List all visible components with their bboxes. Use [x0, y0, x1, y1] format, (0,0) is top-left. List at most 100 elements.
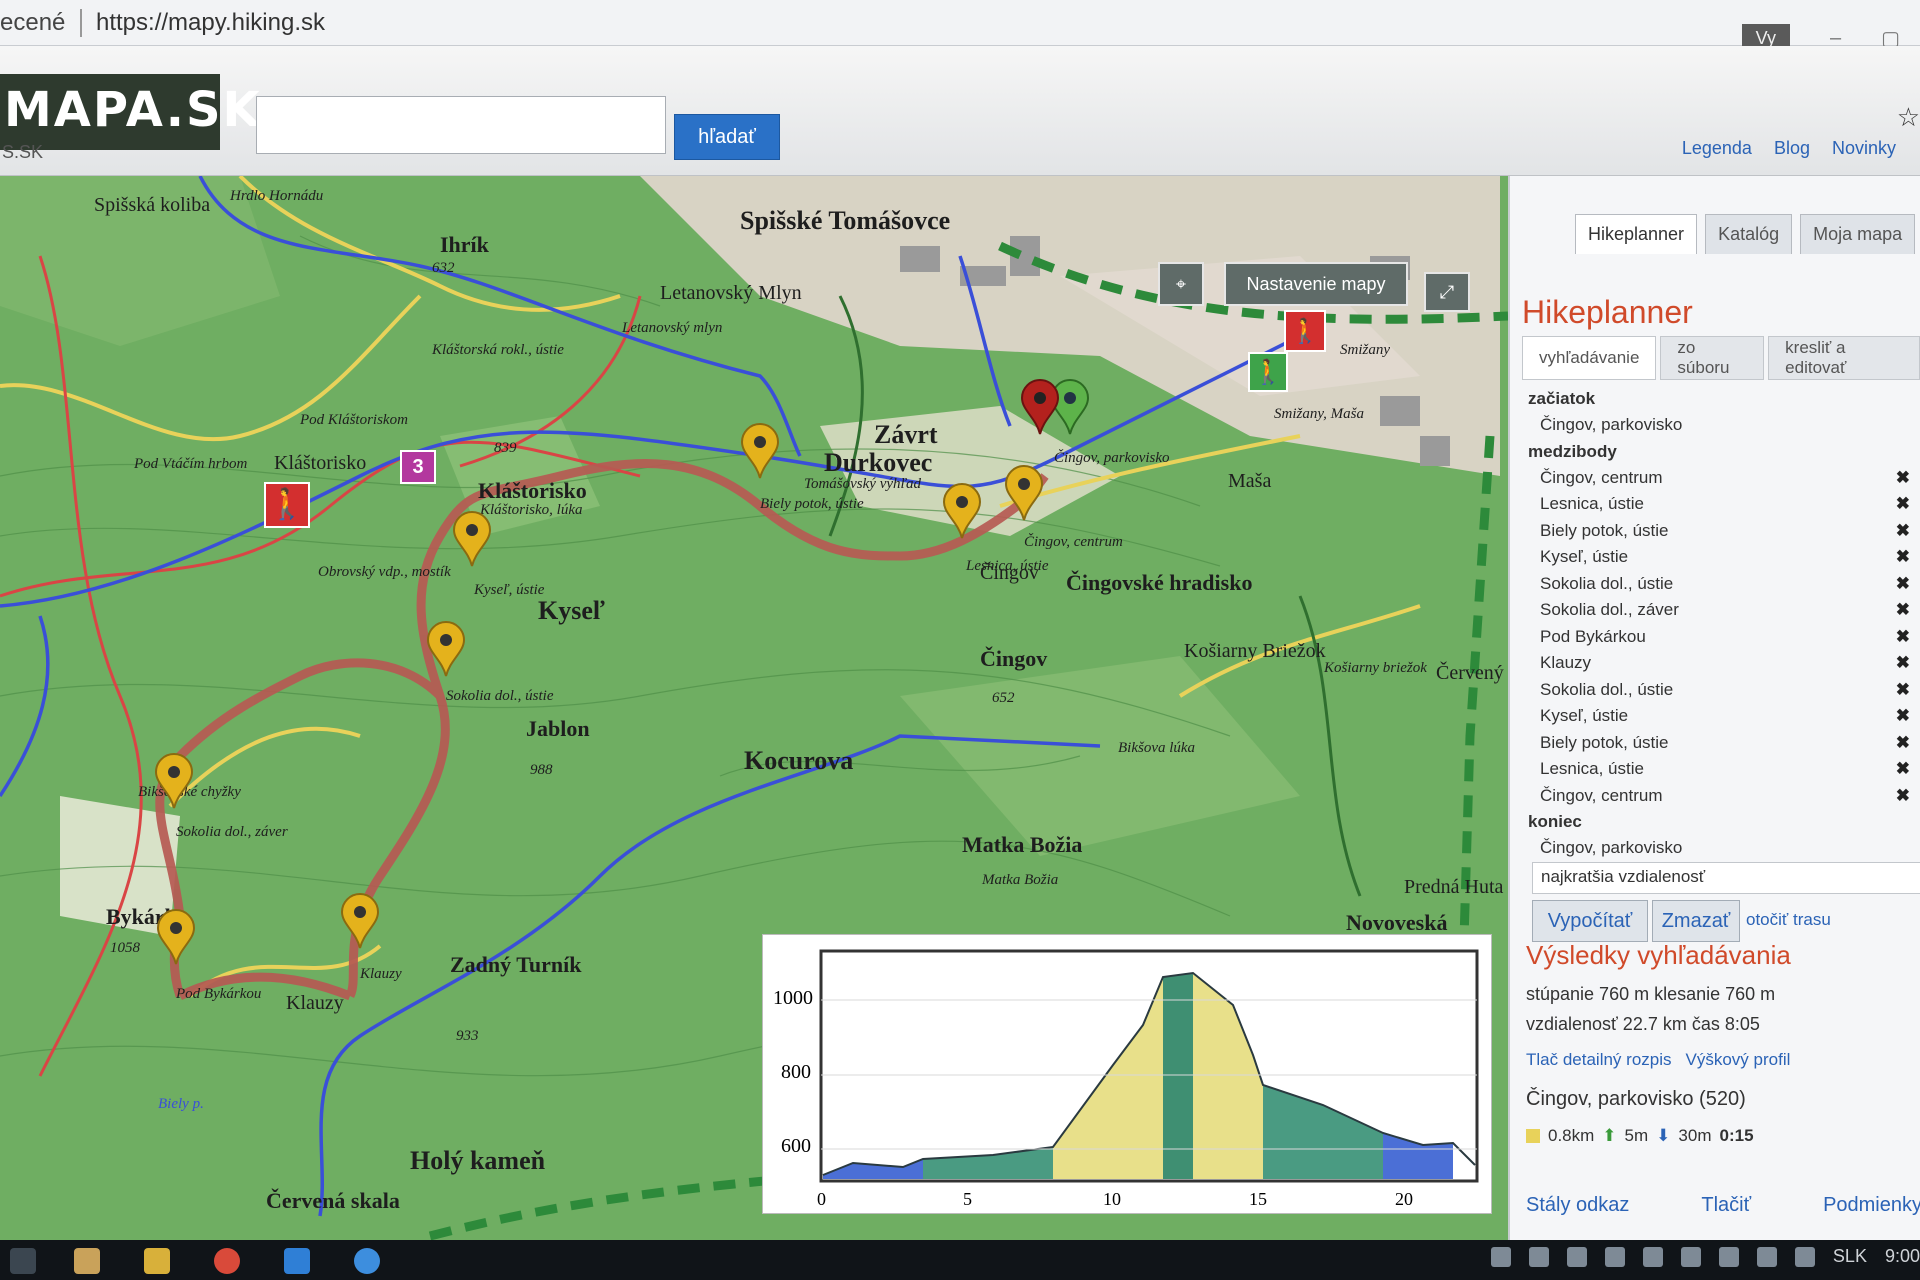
- print-detail-link[interactable]: Tlač detailný rozpis: [1526, 1050, 1672, 1070]
- battery-icon[interactable]: [1756, 1246, 1777, 1267]
- language-indicator[interactable]: SLK: [1833, 1246, 1867, 1267]
- subtab-from-file[interactable]: zo súboru: [1660, 336, 1765, 380]
- elevation-profile-link[interactable]: Výškový profil: [1686, 1050, 1791, 1070]
- list-item[interactable]: Čingov, parkovisko: [1528, 835, 1910, 862]
- list-item[interactable]: Sokolia dol., ústie ✖: [1528, 677, 1910, 704]
- list-item[interactable]: Kyseľ, ústie ✖: [1528, 544, 1910, 571]
- network-icon[interactable]: [1680, 1246, 1701, 1267]
- remove-icon[interactable]: ✖: [1896, 491, 1910, 518]
- numbered-badge[interactable]: 3: [400, 450, 436, 484]
- remove-icon[interactable]: ✖: [1896, 703, 1910, 730]
- list-item[interactable]: Klauzy ✖: [1528, 650, 1910, 677]
- list-item[interactable]: Čingov, centrum ✖: [1528, 783, 1910, 810]
- waypoint-pin-icon[interactable]: [338, 892, 382, 950]
- print-link[interactable]: Tlačiť: [1701, 1194, 1751, 1217]
- remove-icon[interactable]: ✖: [1896, 730, 1910, 757]
- news-link[interactable]: Novinky: [1832, 138, 1896, 159]
- hiker-sign-icon[interactable]: 🚶: [1284, 310, 1326, 352]
- list-item[interactable]: Biely potok, ústie ✖: [1528, 730, 1910, 757]
- blog-link[interactable]: Blog: [1774, 138, 1810, 159]
- fullscreen-icon[interactable]: ⤢: [1424, 272, 1470, 312]
- locate-icon[interactable]: ⌖: [1158, 262, 1204, 306]
- map-label: Letanovský Mlyn: [660, 282, 802, 304]
- permalink-link[interactable]: Stály odkaz: [1526, 1194, 1629, 1217]
- bluetooth-icon[interactable]: [1490, 1246, 1511, 1267]
- hiker-sign-icon[interactable]: 🚶: [1248, 352, 1288, 392]
- printer-icon[interactable]: [1642, 1246, 1663, 1267]
- waypoint-pin-icon[interactable]: [152, 752, 196, 810]
- remove-icon[interactable]: ✖: [1896, 756, 1910, 783]
- elevation-profile-chart[interactable]: 1000 800 600 0 5 10 15 20: [762, 934, 1492, 1214]
- list-item[interactable]: Lesnica, ústie ✖: [1528, 491, 1910, 518]
- map-label: 988: [530, 762, 553, 778]
- wifi-icon[interactable]: [1718, 1246, 1739, 1267]
- segment-time: 0:15: [1719, 1126, 1754, 1145]
- waypoint-pin-icon[interactable]: [940, 482, 984, 540]
- waypoint-name: Kyseľ, ústie: [1540, 706, 1629, 725]
- edge-icon[interactable]: [284, 1248, 310, 1274]
- waypoint-name: Kyseľ, ústie: [1540, 547, 1629, 566]
- reverse-route-link[interactable]: otočiť trasu: [1746, 910, 1831, 930]
- waypoint-pin-icon[interactable]: [424, 620, 468, 678]
- panel-tabs: Hikeplanner Katalóg Moja mapa: [1575, 214, 1916, 254]
- waypoint-pin-icon[interactable]: [450, 510, 494, 568]
- map-label: Matka Božia: [962, 832, 1083, 857]
- app-icon[interactable]: [354, 1248, 380, 1274]
- waypoint-name: Lesnica, ústie: [1540, 494, 1644, 513]
- url-field[interactable]: https://mapy.hiking.sk: [80, 8, 325, 37]
- map-label: 933: [456, 1028, 479, 1044]
- descent-arrow-icon: ⬇: [1656, 1126, 1671, 1145]
- waypoint-pin-icon[interactable]: [154, 908, 198, 966]
- remove-icon[interactable]: ✖: [1896, 518, 1910, 545]
- bookmark-star-icon[interactable]: ☆: [1897, 102, 1920, 133]
- remove-icon[interactable]: ✖: [1896, 544, 1910, 571]
- list-item[interactable]: Sokolia dol., záver ✖: [1528, 597, 1910, 624]
- y-tick-label: 800: [781, 1061, 811, 1083]
- printer-icon[interactable]: [1604, 1246, 1625, 1267]
- result-links: Tlač detailný rozpis Výškový profil: [1526, 1050, 1790, 1070]
- map-label: Smižany, Maša: [1274, 406, 1364, 422]
- subtab-draw-edit[interactable]: kresliť a editovať: [1768, 336, 1920, 380]
- remove-icon[interactable]: ✖: [1896, 465, 1910, 492]
- map-settings-button[interactable]: Nastavenie mapy: [1224, 262, 1408, 306]
- list-item[interactable]: Čingov, parkovisko: [1528, 412, 1910, 439]
- legend-link[interactable]: Legenda: [1682, 138, 1752, 159]
- compute-button[interactable]: Vypočítať: [1532, 900, 1648, 942]
- remove-icon[interactable]: ✖: [1896, 571, 1910, 598]
- tab-my-map[interactable]: Moja mapa: [1800, 214, 1916, 254]
- map-label: Čingov, parkovisko: [1054, 450, 1170, 466]
- route-mode-select[interactable]: najkratšia vzdialenosť: [1532, 862, 1920, 894]
- list-item[interactable]: Lesnica, ústie ✖: [1528, 756, 1910, 783]
- clear-button[interactable]: Zmazať: [1652, 900, 1740, 942]
- start-icon[interactable]: [10, 1248, 36, 1274]
- folder-icon[interactable]: [74, 1248, 100, 1274]
- tab-hikeplanner[interactable]: Hikeplanner: [1575, 214, 1698, 254]
- waypoint-pin-icon[interactable]: [738, 422, 782, 480]
- start-pin-icon[interactable]: [1018, 378, 1062, 436]
- subtab-search[interactable]: vyhľadávanie: [1522, 336, 1657, 380]
- search-input[interactable]: [256, 96, 666, 154]
- terms-link[interactable]: Podmienky: [1823, 1194, 1920, 1217]
- tray-app-icon[interactable]: [1566, 1246, 1587, 1267]
- chrome-icon[interactable]: [214, 1248, 240, 1274]
- search-button[interactable]: hľadať: [674, 114, 780, 160]
- remove-icon[interactable]: ✖: [1896, 597, 1910, 624]
- list-item[interactable]: Sokolia dol., ústie ✖: [1528, 571, 1910, 598]
- remove-icon[interactable]: ✖: [1896, 783, 1910, 810]
- list-item[interactable]: Biely potok, ústie ✖: [1528, 518, 1910, 545]
- remove-icon[interactable]: ✖: [1896, 650, 1910, 677]
- clock[interactable]: 9:00: [1885, 1246, 1920, 1267]
- list-item[interactable]: Kyseľ, ústie ✖: [1528, 703, 1910, 730]
- list-item[interactable]: Čingov, centrum ✖: [1528, 465, 1910, 492]
- tab-catalog[interactable]: Katalóg: [1705, 214, 1793, 254]
- remove-icon[interactable]: ✖: [1896, 624, 1910, 651]
- list-item[interactable]: Pod Bykárkou ✖: [1528, 624, 1910, 651]
- remove-icon[interactable]: ✖: [1896, 677, 1910, 704]
- map-label: Predná Huta: [1404, 876, 1504, 898]
- site-logo[interactable]: MAPA.SK: [0, 74, 260, 150]
- waypoint-pin-icon[interactable]: [1002, 464, 1046, 522]
- hiker-sign-icon[interactable]: 🚶: [264, 482, 310, 528]
- cloud-icon[interactable]: [1528, 1246, 1549, 1267]
- volume-icon[interactable]: [1794, 1246, 1815, 1267]
- app-icon[interactable]: [144, 1248, 170, 1274]
